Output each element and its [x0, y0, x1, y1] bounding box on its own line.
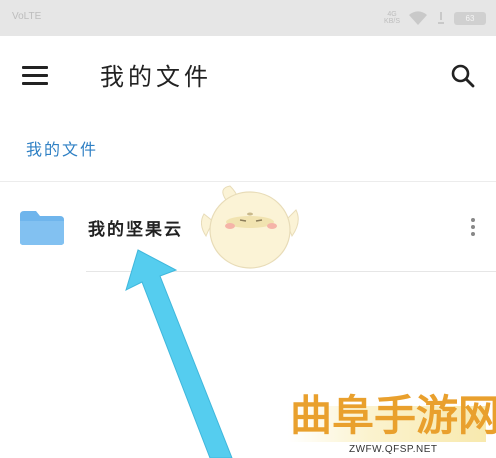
alarm-icon — [438, 12, 444, 24]
app-bar: 我的文件 — [0, 36, 496, 116]
dot — [471, 225, 475, 229]
breadcrumb[interactable]: 我的文件 — [26, 136, 98, 160]
folder-name: 我的坚果云 — [88, 220, 183, 240]
network-speed-label: KB/S — [384, 18, 400, 25]
status-bar: VoLTE 4G KB/S 63 — [0, 0, 496, 36]
battery-icon: 63 — [454, 11, 486, 25]
watermark-url: ZWFW.QFSP.NET — [349, 444, 438, 455]
menu-line — [22, 74, 48, 77]
folder-icon — [20, 211, 64, 245]
status-icons: 4G KB/S 63 — [384, 9, 486, 27]
more-vertical-icon[interactable] — [466, 216, 480, 238]
menu-line — [22, 66, 48, 69]
watermark-logo-text: 曲阜手游网 — [290, 391, 496, 440]
battery-level: 63 — [465, 13, 475, 23]
wifi-icon — [409, 11, 427, 25]
search-icon[interactable] — [450, 63, 476, 89]
network-speed-indicator: 4G KB/S — [384, 11, 400, 25]
dot — [471, 232, 475, 236]
page-title: 我的文件 — [100, 63, 212, 91]
network-type-label: 4G — [387, 11, 397, 18]
hamburger-menu-icon[interactable] — [22, 63, 50, 89]
mascot-sticker — [200, 185, 299, 269]
carrier-label: VoLTE — [12, 11, 42, 22]
dot — [471, 218, 475, 222]
menu-line — [22, 82, 48, 85]
